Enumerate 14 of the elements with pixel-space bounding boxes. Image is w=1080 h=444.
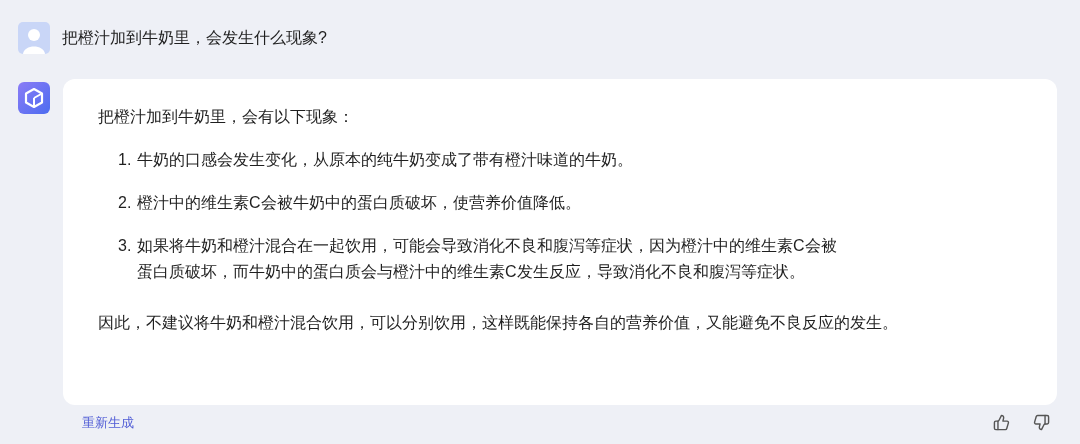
list-item-text: 橙汁中的维生素C会被牛奶中的蛋白质破坏，使营养价值降低。 [137,193,582,213]
answer-intro: 把橙汁加到牛奶里，会有以下现象： [98,107,355,127]
user-avatar-icon [18,22,50,54]
list-number: 2. [118,193,133,213]
list-item-text: 牛奶的口感会发生变化，从原本的纯牛奶变成了带有橙汁味道的牛奶。 [137,150,634,170]
assistant-avatar-icon [18,82,50,114]
list-item-text: 如果将牛奶和橙汁混合在一起饮用，可能会导致消化不良和腹泻等症状，因为橙汁中的维生素C会被蛋白质破坏，而牛奶中的蛋白质会与橙汁中的维生素C发生反应，导致消化不良和腹泻等症状。 [137,236,838,282]
user-question: 把橙汁加到牛奶里，会发生什么现象? [62,28,327,48]
list-number: 3. [118,236,133,256]
list-number: 1. [118,150,133,170]
regenerate-link[interactable]: 重新生成 [82,413,134,433]
thumbs-down-icon[interactable] [1033,414,1050,432]
answer-conclusion: 因此，不建议将牛奶和橙汁混合饮用，可以分别饮用，这样既能保持各自的营养价值，又能避免不良反应的发生。 [98,313,899,333]
thumbs-up-icon[interactable] [993,414,1010,432]
